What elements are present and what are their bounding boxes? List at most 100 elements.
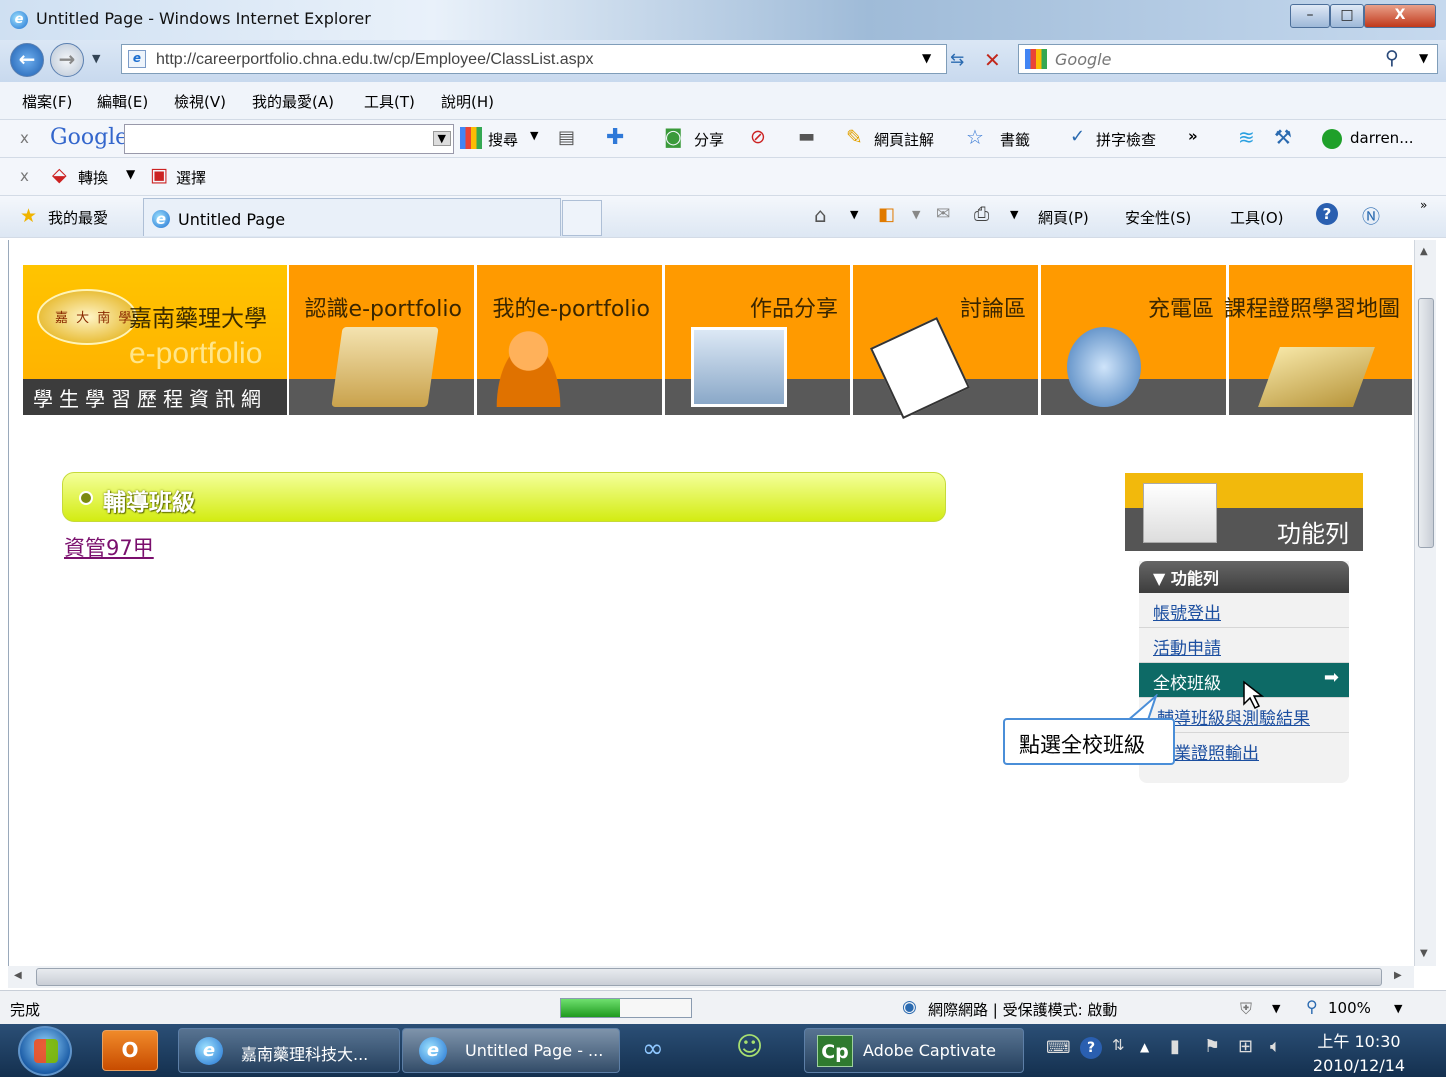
clock[interactable]: 上午 10:30 2010/12/14 <box>1304 1028 1414 1075</box>
menu-file[interactable]: 檔案(F) <box>22 91 72 112</box>
wrench-icon[interactable]: ⚒ <box>1274 125 1292 149</box>
search-box[interactable]: Google ⚲ ▼ <box>1018 44 1438 74</box>
nav-about-eportfolio[interactable]: 認識e-portfolio <box>289 265 477 415</box>
page-rank-icon[interactable]: ▤ <box>558 127 575 148</box>
zoom-dropdown-icon[interactable]: ▼ <box>1394 1002 1402 1015</box>
scroll-down-icon[interactable]: ▼ <box>1420 948 1428 959</box>
print-icon[interactable]: ⎙ <box>974 203 989 225</box>
network-icon[interactable]: ⊞ <box>1238 1036 1253 1057</box>
outlook-icon[interactable]: O <box>102 1030 158 1071</box>
menu-tools[interactable]: 工具(T) <box>364 91 415 112</box>
scroll-up-icon[interactable]: ▲ <box>1420 246 1428 257</box>
close-toolbar-icon[interactable]: x <box>20 129 29 147</box>
new-tab-button[interactable] <box>562 200 602 236</box>
menu-item-activity-apply[interactable]: 活動申請 <box>1139 628 1349 663</box>
spellcheck-button[interactable]: 拼字檢查 <box>1096 129 1156 150</box>
horizontal-scrollbar[interactable]: ◀ ▶ <box>8 966 1414 988</box>
menu-edit[interactable]: 編輯(E) <box>97 91 148 112</box>
search-dropdown-icon[interactable]: ▼ <box>1419 51 1428 65</box>
help-icon[interactable]: ? <box>1316 203 1338 225</box>
feeds-dropdown-icon[interactable]: ▼ <box>912 208 920 221</box>
bookmarks-button[interactable]: 書籤 <box>1000 129 1030 150</box>
security-zone-text[interactable]: 網際網路 | 受保護模式: 啟動 <box>928 999 1117 1020</box>
home-icon[interactable]: ⌂ <box>814 203 827 227</box>
home-dropdown-icon[interactable]: ▼ <box>850 208 858 221</box>
convert-dropdown-icon[interactable]: ▼ <box>126 167 135 181</box>
class-link[interactable]: 資管97甲 <box>64 532 154 562</box>
search-icon[interactable]: ⚲ <box>1385 47 1399 69</box>
taskbar-item-untitled-page[interactable]: e Untitled Page - ... <box>402 1028 620 1073</box>
account-button[interactable]: darren... <box>1350 129 1414 147</box>
mail-icon[interactable]: ✉ <box>936 204 950 224</box>
close-toolbar-icon[interactable]: x <box>20 167 29 185</box>
minimize-button[interactable]: – <box>1290 4 1330 28</box>
maximize-button[interactable]: □ <box>1330 4 1364 28</box>
site-logo[interactable]: 嘉 大 南 學 嘉南藥理大學 e-portfolio 學生學習歷程資訊網 <box>23 265 287 415</box>
nav-work-share[interactable]: 作品分享 <box>665 265 853 415</box>
window-icon[interactable]: ▬ <box>798 126 815 147</box>
annotate-button[interactable]: 網頁註解 <box>874 129 934 150</box>
nav-charging-zone[interactable]: 充電區 <box>1041 265 1229 415</box>
page-menu[interactable]: 網頁(P) <box>1038 207 1089 228</box>
drawing-icon <box>1143 483 1217 543</box>
zoom-level[interactable]: 100% <box>1328 999 1371 1017</box>
forward-button[interactable]: → <box>50 43 84 77</box>
taskbar-item-school-site[interactable]: e 嘉南藥理科技大... <box>178 1028 400 1073</box>
feeds-icon[interactable]: ◧ <box>878 204 895 225</box>
ime-icon[interactable]: ⇅ <box>1112 1036 1125 1054</box>
google-search-button[interactable]: 搜尋 <box>488 129 518 150</box>
window-title: Untitled Page - Windows Internet Explore… <box>36 9 371 28</box>
nav-forum[interactable]: 討論區 <box>853 265 1041 419</box>
select-button[interactable]: 選擇 <box>176 167 206 188</box>
infinity-app-icon[interactable]: ∞ <box>642 1034 664 1064</box>
search-options-icon[interactable]: ▼ <box>530 129 538 142</box>
refresh-icon[interactable]: ⇆ <box>950 50 964 70</box>
onenote-icon[interactable]: Ⓝ <box>1362 203 1380 229</box>
back-button[interactable]: ← <box>10 43 44 77</box>
close-button[interactable]: X <box>1364 4 1436 28</box>
help-tray-icon[interactable]: ? <box>1080 1037 1102 1059</box>
menu-favorites[interactable]: 我的最愛(A) <box>252 91 334 112</box>
volume-muted-icon[interactable]: 🔈︎ <box>1270 1036 1281 1057</box>
progress-fill <box>561 999 620 1017</box>
keyboard-icon[interactable]: ⌨ <box>1046 1038 1071 1058</box>
google-search-input[interactable]: ▼ <box>124 124 454 154</box>
vertical-scrollbar[interactable]: ▲ ▼ <box>1414 240 1436 966</box>
nav-course-map[interactable]: 課程證照學習地圖 <box>1224 265 1412 415</box>
stop-icon[interactable]: ✕ <box>984 48 1001 72</box>
convert-button[interactable]: 轉換 <box>78 167 108 188</box>
favorites-button[interactable]: 我的最愛 <box>48 207 108 228</box>
menu-view[interactable]: 檢視(V) <box>174 91 226 112</box>
plus-icon[interactable]: ✚ <box>606 125 624 150</box>
hscroll-thumb[interactable] <box>36 968 1382 986</box>
popup-blocker-icon[interactable]: ⊘ <box>750 126 766 148</box>
command-overflow-button[interactable]: » <box>1420 198 1427 212</box>
print-dropdown-icon[interactable]: ▼ <box>1010 208 1018 221</box>
start-button[interactable] <box>18 1026 72 1076</box>
taskbar-item-captivate[interactable]: Cp Adobe Captivate <box>804 1028 1024 1073</box>
tray-app-icon[interactable]: ▮ <box>1170 1036 1180 1057</box>
menu-help[interactable]: 說明(H) <box>441 91 494 112</box>
menu-item-logout[interactable]: 帳號登出 <box>1139 593 1349 628</box>
ie-icon: e <box>419 1037 447 1065</box>
zone-dropdown-icon[interactable]: ▼ <box>1272 1002 1280 1015</box>
tray-expand-icon[interactable]: ▲ <box>1140 1040 1149 1054</box>
tab-untitled-page[interactable]: e Untitled Page <box>143 198 561 236</box>
school-seal: 嘉 大 南 學 <box>37 289 137 345</box>
share-button[interactable]: 分享 <box>694 129 724 150</box>
task-label: 嘉南藥理科技大... <box>241 1045 369 1064</box>
scroll-thumb[interactable] <box>1418 298 1434 548</box>
tools-menu[interactable]: 工具(O) <box>1230 207 1284 228</box>
scroll-right-icon[interactable]: ▶ <box>1394 970 1402 981</box>
messenger-icon[interactable]: ☺ <box>736 1032 763 1062</box>
nav-my-eportfolio[interactable]: 我的e-portfolio <box>477 265 665 415</box>
history-dropdown-icon[interactable]: ▼ <box>92 52 100 65</box>
scroll-left-icon[interactable]: ◀ <box>14 970 22 981</box>
safety-menu[interactable]: 安全性(S) <box>1125 207 1191 228</box>
share-icon[interactable]: ◙ <box>664 126 682 148</box>
url-dropdown-icon[interactable]: ▼ <box>922 51 931 65</box>
flag-icon[interactable]: ⚑ <box>1204 1036 1220 1057</box>
protected-mode-icon[interactable]: ⛨ <box>1240 999 1252 1019</box>
address-field[interactable]: e http://careerportfolio.chna.edu.tw/cp/… <box>121 44 947 74</box>
toolbar-overflow-button[interactable]: » <box>1188 127 1198 145</box>
